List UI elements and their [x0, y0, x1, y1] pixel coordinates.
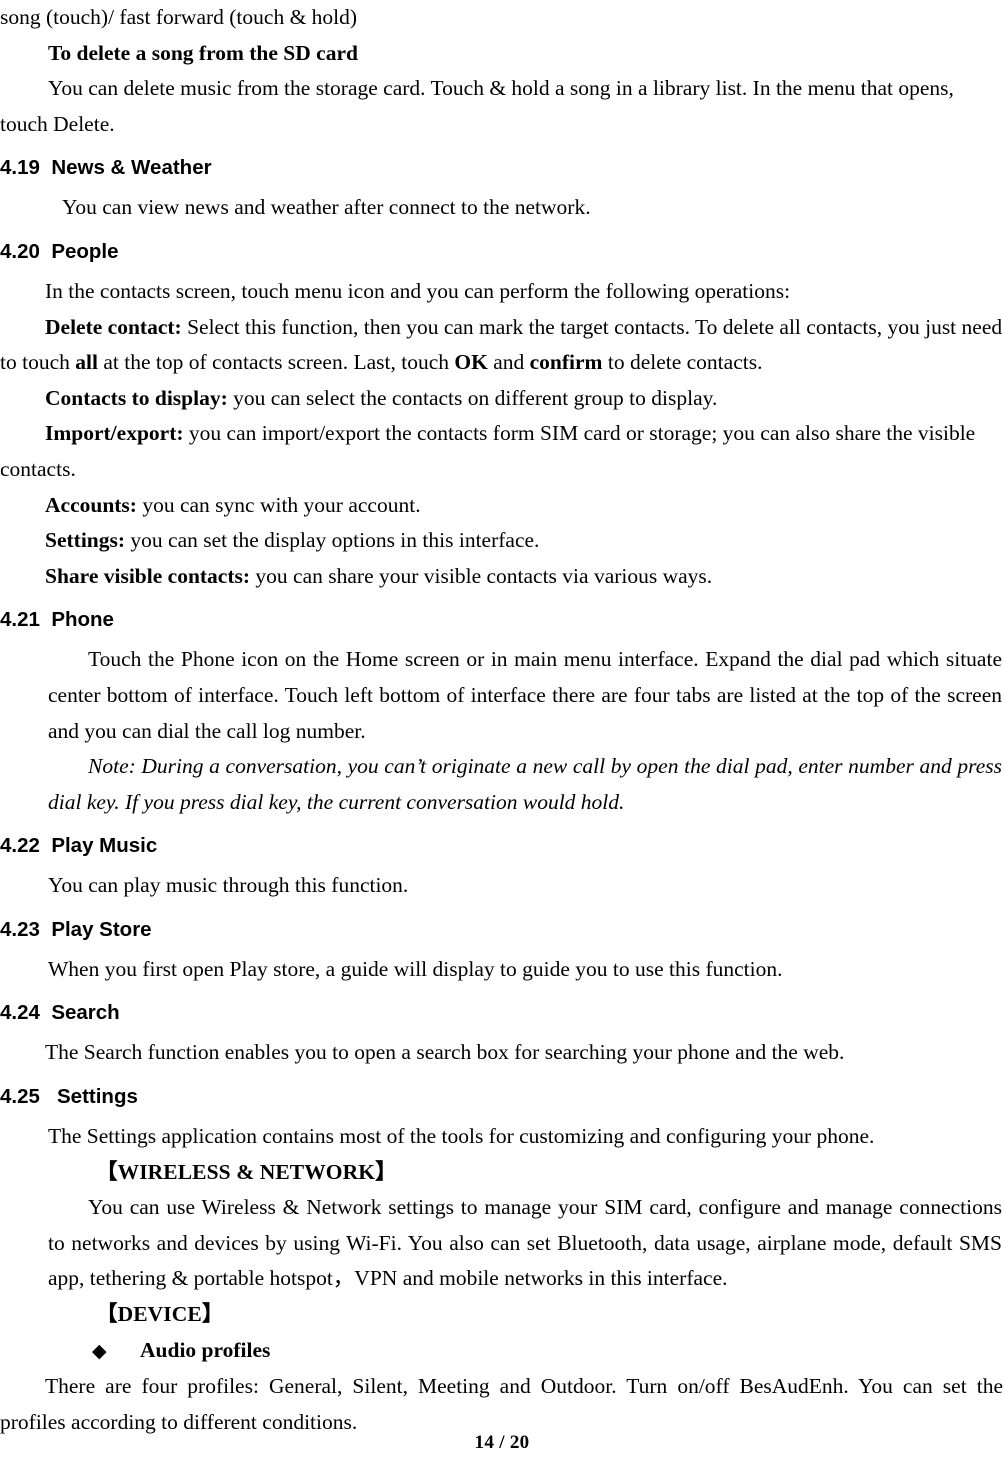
heading-title: Settings	[57, 1085, 138, 1109]
heading-number: 4.23	[0, 917, 40, 941]
heading-title: Phone	[51, 608, 114, 632]
label-contacts-to-display: Contacts to display:	[45, 385, 228, 410]
heading-search: 4.24 Search	[0, 996, 1004, 1030]
emphasis-all: all	[75, 350, 98, 375]
label-audio-profiles: Audio profiles	[140, 1337, 271, 1362]
heading-number: 4.20	[0, 239, 40, 263]
paragraph-import-export: Import/export: you can import/export the…	[0, 416, 1003, 487]
text-segment: to delete contacts.	[602, 350, 763, 375]
subheading-device: 【DEVICE】	[96, 1302, 224, 1327]
heading-number: 4.24	[0, 1001, 40, 1025]
heading-title: Play Music	[51, 834, 158, 858]
heading-news-weather: 4.19 News & Weather	[0, 151, 1004, 185]
heading-number: 4.22	[0, 834, 40, 858]
heading-title: Search	[51, 1001, 120, 1025]
label-import-export: Import/export:	[45, 421, 184, 446]
paragraph-contacts-to-display: Contacts to display: you can select the …	[0, 381, 1003, 417]
heading-settings: 4.25 Settings	[0, 1080, 1004, 1114]
heading-people: 4.20 People	[0, 235, 1004, 269]
heading-phone: 4.21 Phone	[0, 603, 1004, 637]
paragraph-share-visible-contacts: Share visible contacts: you can share yo…	[0, 559, 1003, 595]
paragraph-wireless-network: You can use Wireless & Network settings …	[48, 1195, 1002, 1291]
label-delete-contact: Delete contact:	[45, 314, 182, 339]
paragraph-delete-contact: Delete contact: Select this function, th…	[0, 310, 1003, 381]
paragraph-phone-note: Note: During a conversation, you can’t o…	[48, 754, 1002, 814]
text-segment: you can share your visible contacts via …	[250, 563, 713, 588]
document-page: song (touch)/ fast forward (touch & hold…	[0, 0, 1004, 1467]
paragraph-news-weather: You can view news and weather after conn…	[62, 195, 591, 220]
heading-title: Play Store	[51, 917, 152, 941]
heading-title: News & Weather	[51, 156, 212, 180]
heading-title: People	[51, 239, 119, 263]
diamond-bullet-icon: ◆	[92, 1340, 107, 1362]
paragraph-accounts: Accounts: you can sync with your account…	[0, 488, 1003, 524]
label-accounts: Accounts:	[45, 492, 137, 517]
bullet-item-audio-profiles: ◆ Audio profiles	[92, 1333, 1004, 1370]
subheading-delete-song: To delete a song from the SD card	[48, 40, 358, 65]
label-share-visible-contacts: Share visible contacts:	[45, 563, 251, 588]
paragraph-settings: The Settings application contains most o…	[48, 1124, 875, 1149]
heading-number: 4.25	[0, 1085, 40, 1109]
heading-play-store: 4.23 Play Store	[0, 913, 1004, 947]
label-settings-option: Settings:	[45, 528, 126, 553]
paragraph-play-store: When you first open Play store, a guide …	[48, 956, 783, 981]
text-segment: you can sync with your account.	[136, 492, 421, 517]
paragraph-delete-song: You can delete music from the storage ca…	[0, 76, 954, 136]
paragraph-audio-profiles: There are four profiles: General, Silent…	[0, 1374, 1003, 1434]
emphasis-confirm: confirm	[529, 350, 603, 375]
paragraph-people-intro: In the contacts screen, touch menu icon …	[45, 278, 791, 303]
text-segment: you can select the contacts on different…	[227, 385, 718, 410]
continued-text-line: song (touch)/ fast forward (touch & hold…	[0, 5, 358, 29]
heading-number: 4.21	[0, 608, 40, 632]
text-segment: and	[487, 350, 530, 375]
page-footer: 14 / 20	[474, 1432, 530, 1453]
heading-number: 4.19	[0, 156, 40, 180]
heading-play-music: 4.22 Play Music	[0, 829, 1004, 863]
subheading-wireless-network: 【WIRELESS & NETWORK】	[96, 1159, 397, 1184]
text-segment: at the top of contacts screen. Last, tou…	[97, 350, 455, 375]
paragraph-search: The Search function enables you to open …	[45, 1040, 845, 1065]
paragraph-settings-option: Settings: you can set the display option…	[0, 523, 1003, 559]
paragraph-phone: Touch the Phone icon on the Home screen …	[48, 647, 1002, 743]
paragraph-play-music: You can play music through this function…	[48, 873, 409, 898]
text-segment: you can set the display options in this …	[125, 528, 540, 553]
emphasis-ok: OK	[454, 350, 488, 375]
